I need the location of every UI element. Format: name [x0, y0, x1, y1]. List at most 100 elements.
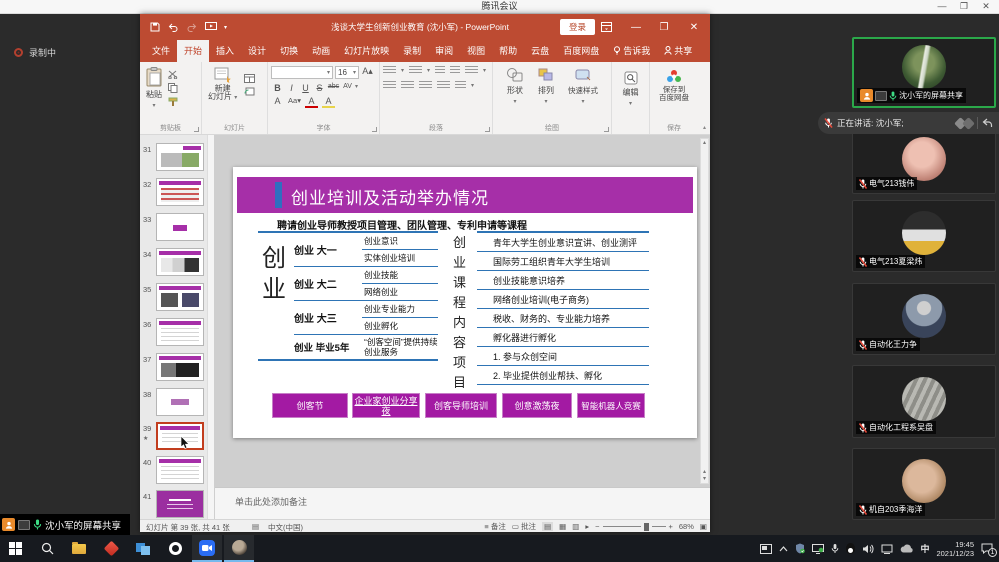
restore-button[interactable]: ❐: [953, 0, 975, 13]
save-to-baidu-button[interactable]: 保存到百度网盘: [653, 68, 695, 103]
tab-home[interactable]: 开始: [177, 40, 209, 62]
clipboard-dialog-launcher[interactable]: [194, 127, 199, 132]
event-button-robot-competition[interactable]: 智能机器人竞赛: [577, 393, 645, 418]
comments-toggle[interactable]: ▭ 批注: [512, 521, 536, 532]
bullets-icon[interactable]: [383, 66, 396, 75]
event-button-idea-night[interactable]: 创意激荡夜: [502, 393, 572, 418]
thumbnail-slide-39-selected[interactable]: 39★: [140, 422, 215, 454]
tab-animations[interactable]: 动画: [305, 40, 337, 62]
cloud-icon[interactable]: [900, 544, 913, 553]
normal-view-icon[interactable]: ▤: [542, 522, 553, 531]
indent-more-icon[interactable]: [450, 66, 460, 75]
zoom-slider[interactable]: −+: [595, 522, 673, 531]
action-center-icon[interactable]: 1: [981, 543, 993, 554]
participant-tile[interactable]: 电气213夏梁炜: [852, 200, 996, 272]
thumbnail-slide-41[interactable]: 41: [140, 490, 215, 522]
fit-slide-icon[interactable]: ▣: [700, 522, 707, 531]
thumbnail-slide-32[interactable]: 32: [140, 178, 215, 210]
align-center-icon[interactable]: [401, 81, 414, 90]
app-red-diamond-button[interactable]: [96, 535, 126, 562]
char-spacing-icon[interactable]: AV: [341, 83, 354, 93]
save-icon[interactable]: [150, 22, 160, 32]
quick-styles-button[interactable]: 快速样式▾: [565, 66, 601, 106]
ime-indicator[interactable]: 中: [920, 542, 929, 555]
text-shadow-icon[interactable]: A: [271, 96, 284, 108]
taskbar-search-button[interactable]: [32, 535, 62, 562]
thumbnail-slide-35[interactable]: 35: [140, 283, 215, 315]
participant-tile[interactable]: 机自203季海洋: [852, 448, 996, 520]
ppt-close-button[interactable]: ✕: [682, 14, 706, 40]
tray-expand-icon[interactable]: [779, 546, 788, 552]
slide-sorter-icon[interactable]: ▦: [559, 522, 566, 531]
justify-icon[interactable]: [437, 81, 450, 90]
language-status[interactable]: 中文(中国): [268, 522, 303, 533]
tablet-mode-icon[interactable]: [760, 544, 772, 554]
clear-format-icon[interactable]: abc: [327, 83, 340, 93]
notes-toggle[interactable]: ≡ 备注: [484, 521, 505, 532]
event-button-mentor-training[interactable]: 创客导师培训: [425, 393, 497, 418]
change-case-icon[interactable]: Aa▾: [288, 96, 301, 108]
tab-share[interactable]: 共享: [657, 40, 699, 62]
tab-insert[interactable]: 插入: [209, 40, 241, 62]
security-shield-icon[interactable]: [795, 543, 805, 554]
minimize-button[interactable]: —: [931, 0, 953, 13]
tab-file[interactable]: 文件: [145, 40, 177, 62]
tab-review[interactable]: 审阅: [428, 40, 460, 62]
ppt-minimize-button[interactable]: —: [624, 14, 648, 40]
underline-icon[interactable]: U: [299, 83, 312, 93]
undo-icon[interactable]: [167, 23, 179, 32]
numbering-icon[interactable]: [409, 66, 422, 75]
grow-font-icon[interactable]: A▴: [361, 66, 374, 79]
align-right-icon[interactable]: [419, 81, 432, 90]
highlight-color-icon[interactable]: A: [322, 96, 335, 108]
zoom-percent[interactable]: 68%: [679, 522, 694, 531]
ribbon-display-options-icon[interactable]: [594, 14, 618, 40]
shapes-button[interactable]: 形状▾: [503, 66, 527, 106]
reading-view-icon[interactable]: ▥: [572, 522, 579, 531]
collapse-ribbon-icon[interactable]: ▴: [703, 124, 706, 131]
copy-icon[interactable]: [168, 83, 178, 93]
display-status-icon[interactable]: [812, 544, 824, 554]
participant-tile[interactable]: 自动化王力争: [852, 283, 996, 355]
tab-transitions[interactable]: 切换: [273, 40, 305, 62]
columns-icon[interactable]: [455, 81, 466, 90]
thumbnail-scrollbar[interactable]: [207, 135, 214, 519]
event-button-makerfest[interactable]: 创客节: [272, 393, 348, 418]
tab-view[interactable]: 视图: [460, 40, 492, 62]
reply-arrow-icon[interactable]: [982, 118, 993, 128]
app-ring-button[interactable]: [160, 535, 190, 562]
qq-penguin-icon[interactable]: [846, 543, 855, 554]
slide-39[interactable]: 创业培训及活动举办情况 聘请创业导师教授项目管理、团队管理、专利申请等课程 创业…: [233, 167, 697, 438]
thumbnail-slide-31[interactable]: 31: [140, 143, 215, 175]
font-color-icon[interactable]: A: [305, 96, 318, 108]
tray-mic-icon[interactable]: [831, 543, 839, 554]
tab-baidu-netdisk[interactable]: 百度网盘: [556, 40, 606, 62]
strikethrough-icon[interactable]: S: [313, 83, 326, 93]
slide-scrollbar[interactable]: ▴▴▾: [700, 138, 709, 484]
thumbnail-slide-38[interactable]: 38: [140, 388, 215, 420]
align-left-icon[interactable]: [383, 81, 396, 90]
participant-tile[interactable]: 自动化工程系吴盘: [852, 365, 996, 438]
italic-icon[interactable]: I: [285, 83, 298, 93]
redo-icon[interactable]: [186, 23, 198, 32]
close-button[interactable]: ✕: [975, 0, 997, 13]
notes-pane[interactable]: 单击此处添加备注: [215, 487, 710, 519]
thumbnail-slide-36[interactable]: 36: [140, 318, 215, 350]
thumbnail-slide-33[interactable]: 33: [140, 213, 215, 245]
format-painter-icon[interactable]: [168, 97, 178, 107]
applause-icon[interactable]: [962, 117, 975, 130]
indent-less-icon[interactable]: [435, 66, 445, 75]
start-slideshow-icon[interactable]: [205, 22, 217, 32]
reset-icon[interactable]: [244, 87, 255, 96]
tab-tell-me[interactable]: 告诉我: [606, 40, 657, 62]
file-explorer-button[interactable]: [64, 535, 94, 562]
new-slide-button[interactable]: 新建幻灯片 ▾: [205, 66, 240, 103]
tab-slideshow[interactable]: 幻灯片放映: [337, 40, 396, 62]
camera-app-button[interactable]: [224, 535, 254, 562]
tencent-meeting-button[interactable]: [192, 535, 222, 562]
slide-number-status[interactable]: 幻灯片 第 39 张, 共 41 张: [146, 522, 230, 533]
clock[interactable]: 19:45 2021/12/23: [936, 540, 974, 558]
spellcheck-icon[interactable]: ▤: [252, 522, 259, 531]
bold-icon[interactable]: B: [271, 83, 284, 93]
login-button[interactable]: 登录: [560, 19, 595, 35]
